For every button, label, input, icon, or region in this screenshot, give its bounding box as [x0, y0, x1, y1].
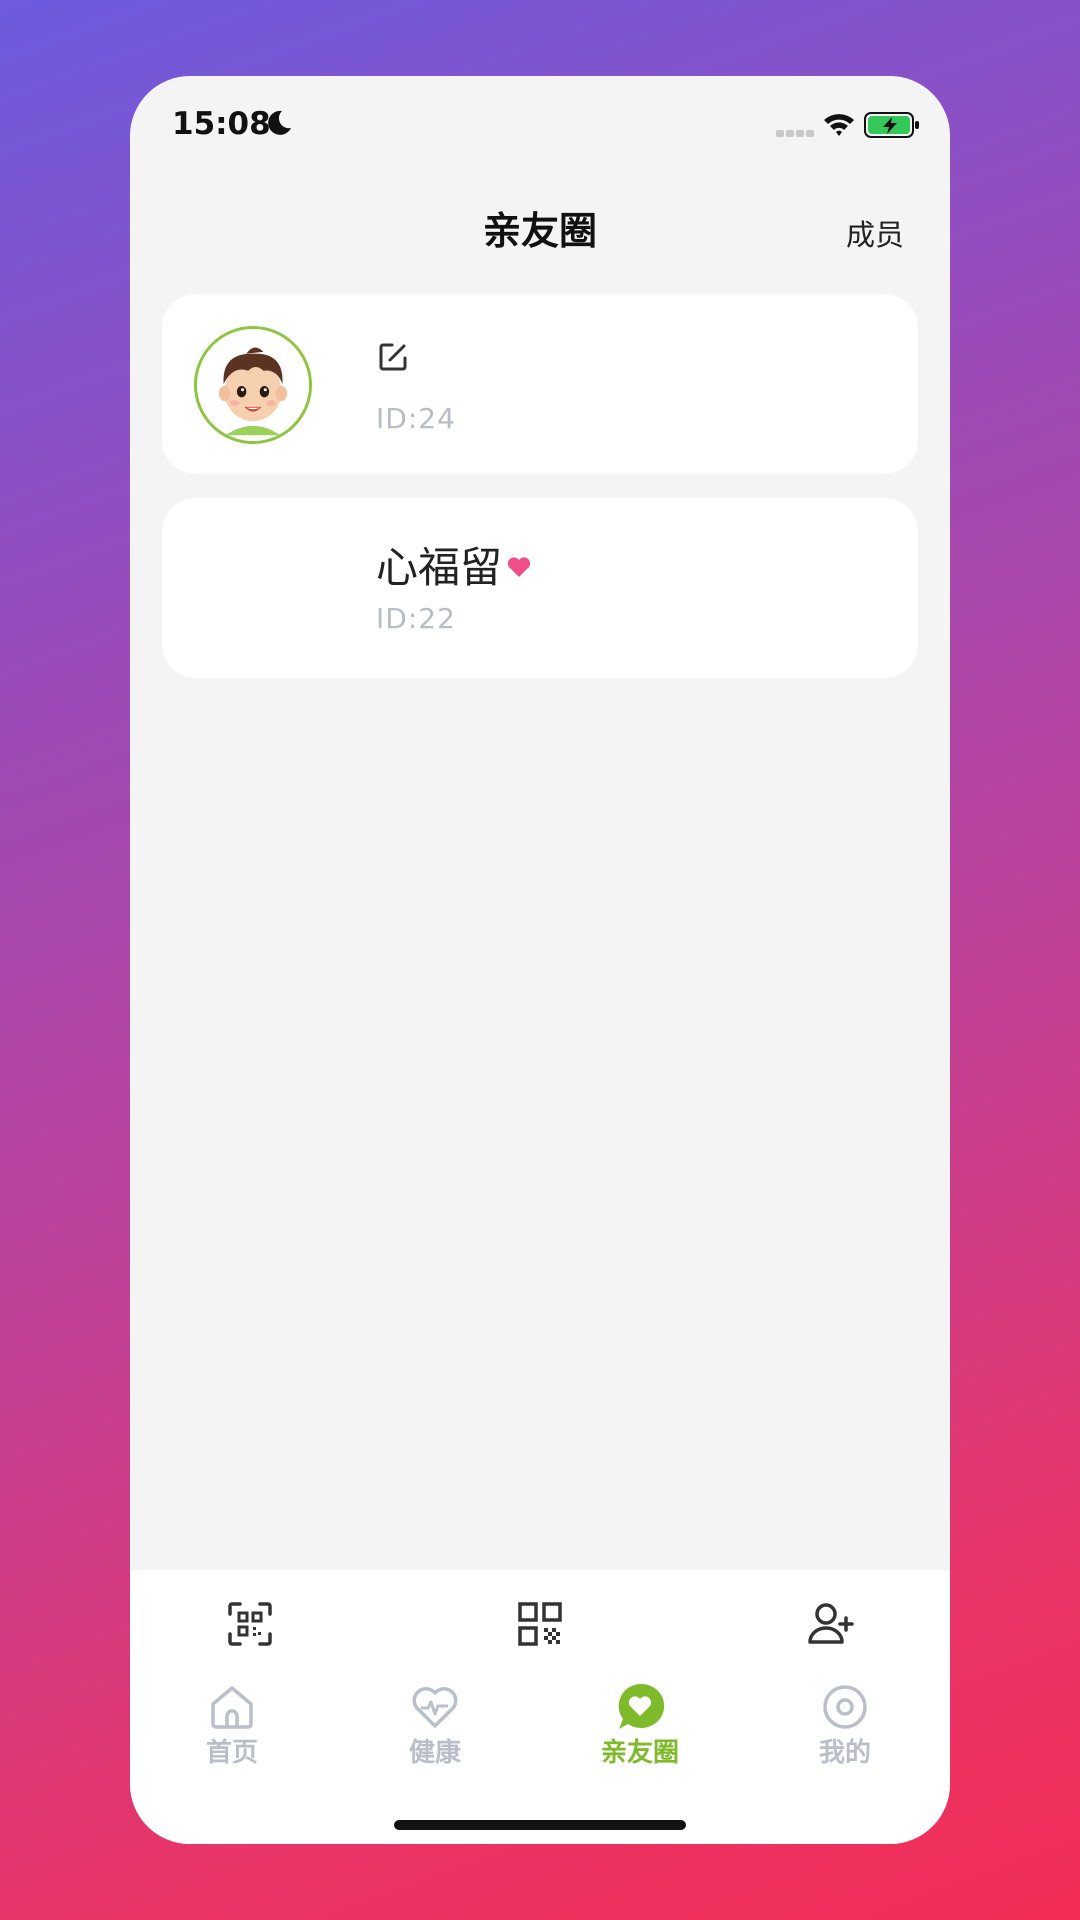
page-title: 亲友圈: [482, 209, 597, 253]
tab-mine[interactable]: 我的: [790, 1682, 900, 1769]
avatar[interactable]: [194, 326, 312, 444]
member-id: ID:24: [376, 402, 456, 435]
add-user-icon[interactable]: [806, 1600, 854, 1648]
heart-pulse-icon: [412, 1687, 458, 1728]
member-name-row: 心福留: [376, 534, 532, 595]
tab-health[interactable]: 健康: [380, 1682, 490, 1769]
qr-code-icon[interactable]: [516, 1600, 564, 1648]
bottom-panel: 首页 健康 亲友圈 我的: [130, 1570, 950, 1844]
status-time: 15:08: [172, 106, 271, 142]
members-button[interactable]: 成员: [846, 212, 904, 254]
home-icon: [211, 1686, 253, 1729]
chat-heart-icon: [618, 1683, 665, 1729]
home-indicator: [394, 1820, 686, 1830]
moon-icon: [268, 110, 291, 135]
edit-icon[interactable]: [376, 340, 410, 374]
tab-label: 健康: [408, 1738, 461, 1768]
battery-charging-icon: [864, 112, 919, 138]
signal-icon: [776, 130, 814, 137]
member-name: 心福留: [376, 543, 503, 592]
member-id: ID:22: [376, 602, 456, 635]
tab-label: 亲友圈: [600, 1738, 679, 1768]
tab-friends-circle[interactable]: 亲友圈: [585, 1682, 695, 1769]
scan-icon[interactable]: [226, 1600, 274, 1648]
member-card[interactable]: ID:24: [162, 294, 918, 474]
wifi-icon: [824, 114, 854, 136]
boy-avatar-icon: [197, 329, 309, 441]
profile-circle-icon: [823, 1685, 867, 1729]
tab-label: 首页: [205, 1738, 258, 1768]
heart-icon: [507, 556, 531, 577]
member-card[interactable]: 心福留 ID:22: [162, 498, 918, 678]
tab-home[interactable]: 首页: [177, 1682, 287, 1769]
phone-screen: 15:08 亲友圈 成员 ID:24 心福留 ID:22 首页 健康 亲友圈 我…: [130, 76, 950, 1844]
tab-label: 我的: [818, 1738, 871, 1768]
status-bar: 15:08: [130, 76, 950, 172]
